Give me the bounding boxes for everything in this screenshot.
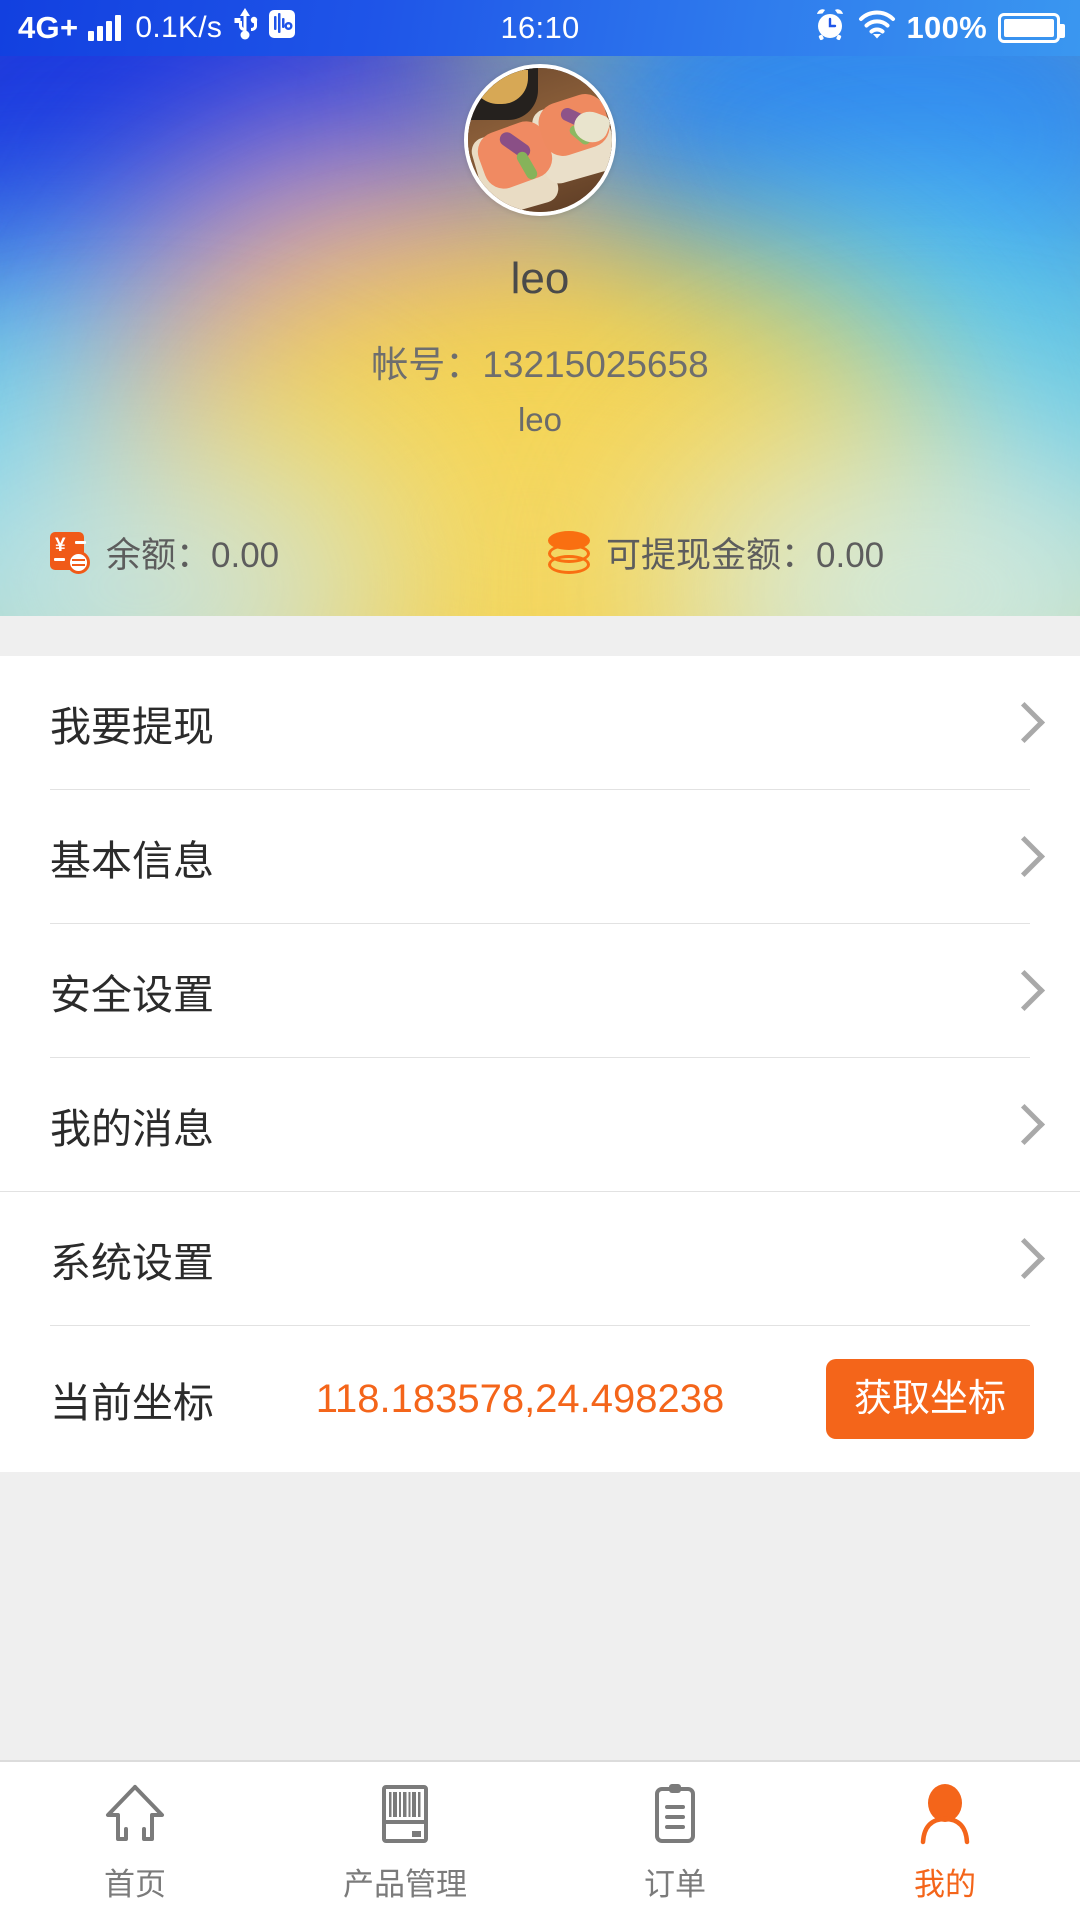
tab-profile[interactable]: 我的 [810, 1762, 1080, 1920]
settings-list: 我要提现 基本信息 安全设置 我的消息 系统设置 当前坐标 118.183578… [0, 656, 1080, 1472]
balance-text: 余额：0.00 [106, 527, 279, 578]
alarm-clock-icon [813, 7, 847, 49]
wifi-icon [858, 9, 896, 47]
get-coordinate-button[interactable]: 获取坐标 [825, 1359, 1034, 1439]
list-item-label: 我的消息 [50, 1105, 214, 1152]
chevron-right-icon [1008, 1102, 1034, 1148]
list-item-system-settings[interactable]: 系统设置 [0, 1192, 1080, 1325]
coins-stack-icon [548, 530, 590, 575]
account-label: 帐号： [371, 344, 483, 385]
current-coordinate-row: 当前坐标 118.183578,24.498238 获取坐标 [0, 1326, 1080, 1472]
list-item-my-messages[interactable]: 我的消息 [0, 1058, 1080, 1191]
balance-value: 0.00 [211, 536, 280, 575]
tab-label: 订单 [644, 1866, 706, 1902]
user-name: leo [510, 254, 570, 303]
list-item-withdraw[interactable]: 我要提现 [0, 656, 1080, 789]
bottom-tab-bar: 首页 产品管理 订单 我的 [0, 1760, 1080, 1920]
wallet-exchange-icon: ¥ [50, 531, 90, 574]
status-bar: 4G+ 0.1K/s 16:10 100% [0, 0, 1080, 56]
list-item-label: 我要提现 [50, 703, 214, 750]
chevron-right-icon [1008, 700, 1034, 746]
avatar[interactable] [464, 64, 616, 216]
section-gap [0, 616, 1080, 656]
avatar-photo [468, 68, 612, 212]
tab-home[interactable]: 首页 [0, 1762, 270, 1920]
list-item-basic-info[interactable]: 基本信息 [0, 790, 1080, 923]
barcode-icon [370, 1779, 440, 1849]
profile-header: leo 帐号：13215025658 leo ¥ 余额：0.00 可提现金额：0… [0, 56, 1080, 616]
withdrawable-label: 可提现金额： [606, 536, 817, 575]
page-filler [0, 1472, 1080, 1760]
list-item-label: 系统设置 [50, 1239, 214, 1286]
user-nickname: leo [517, 401, 563, 438]
chevron-right-icon [1008, 968, 1034, 1014]
tab-product-management[interactable]: 产品管理 [270, 1762, 540, 1920]
withdrawable-value: 0.00 [816, 536, 885, 575]
tab-label: 产品管理 [343, 1866, 467, 1902]
chevron-right-icon [1008, 1236, 1034, 1282]
clipboard-list-icon [640, 1779, 710, 1849]
user-account: 帐号：13215025658 [0, 334, 1080, 388]
balance-item[interactable]: ¥ 余额：0.00 [0, 527, 279, 578]
chevron-right-icon [1008, 834, 1034, 880]
home-icon [100, 1779, 170, 1849]
withdrawable-item[interactable]: 可提现金额：0.00 [548, 527, 884, 578]
balance-label: 余额： [106, 536, 212, 575]
tab-orders[interactable]: 订单 [540, 1762, 810, 1920]
withdrawable-text: 可提现金额：0.00 [606, 527, 884, 578]
coordinate-value: 118.183578,24.498238 [315, 1376, 725, 1421]
battery-percent-label: 100% [906, 10, 987, 45]
battery-icon [998, 13, 1065, 43]
coordinate-label: 当前坐标 [50, 1380, 214, 1426]
list-item-label: 安全设置 [50, 971, 214, 1018]
money-summary-row: ¥ 余额：0.00 可提现金额：0.00 [0, 527, 1080, 578]
account-value: 13215025658 [482, 344, 709, 385]
person-icon [910, 1779, 980, 1849]
app-root: 4G+ 0.1K/s 16:10 100% leo 帐号：13215025658… [0, 0, 1080, 1920]
list-item-label: 基本信息 [50, 837, 214, 884]
tab-label: 我的 [914, 1866, 976, 1902]
tab-label: 首页 [104, 1866, 166, 1902]
list-item-security-settings[interactable]: 安全设置 [0, 924, 1080, 1057]
status-bar-right: 100% [813, 7, 1065, 49]
